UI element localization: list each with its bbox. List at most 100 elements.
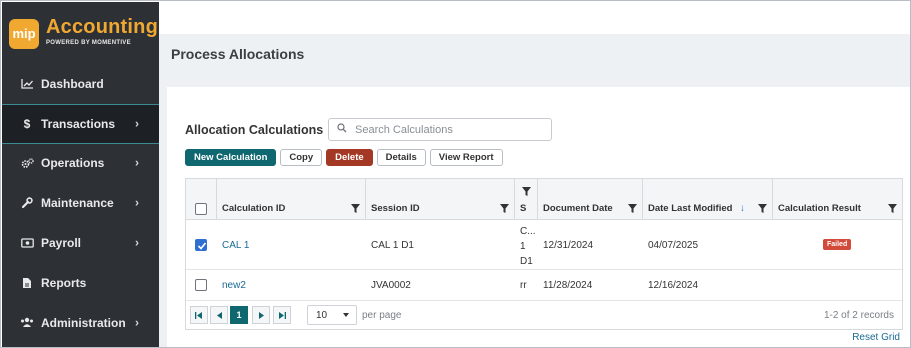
s-cell-line-1: rr xyxy=(520,280,527,291)
sidebar-item-payroll[interactable]: Payroll › xyxy=(2,223,159,263)
sidebar-item-reports[interactable]: Reports xyxy=(2,263,159,303)
grid-pager: 1 10 per page 1-2 of 2 records xyxy=(186,302,902,329)
section-title: Allocation Calculations | xyxy=(185,123,332,137)
filter-icon[interactable] xyxy=(351,204,360,213)
search-icon xyxy=(337,123,347,136)
search-box[interactable] xyxy=(328,118,552,141)
search-input[interactable] xyxy=(355,123,535,136)
select-all-checkbox[interactable] xyxy=(195,203,207,215)
top-bar xyxy=(159,2,910,34)
document-icon xyxy=(20,277,34,289)
brand-title: Accounting xyxy=(46,16,158,38)
filter-icon[interactable] xyxy=(888,204,897,213)
filter-icon[interactable] xyxy=(500,204,509,213)
sort-desc-icon: ↓ xyxy=(740,203,745,214)
last-page-button[interactable] xyxy=(273,306,291,324)
page-size-select[interactable]: 10 xyxy=(307,305,357,325)
sidebar-item-label: Reports xyxy=(41,275,87,290)
brand-subtitle: POWERED BY MOMENTIVE xyxy=(46,40,131,46)
first-page-button[interactable] xyxy=(190,306,208,324)
page-title: Process Allocations xyxy=(171,46,305,62)
document-date-cell: 11/28/2024 xyxy=(543,280,593,291)
prev-page-button[interactable] xyxy=(210,306,228,324)
chevron-right-icon: › xyxy=(135,235,139,250)
table-row[interactable]: CAL 1 CAL 1 D1 C... 1 D1 12/31/2024 04/0… xyxy=(186,220,902,270)
sidebar-item-label: Transactions xyxy=(41,116,116,131)
row-checkbox[interactable] xyxy=(195,279,207,291)
column-divider xyxy=(365,179,366,220)
column-divider xyxy=(216,179,217,220)
section-title-text: Allocation Calculations xyxy=(185,123,324,137)
delete-button[interactable]: Delete xyxy=(326,149,373,166)
app-window: mip Accounting POWERED BY MOMENTIVE Dash… xyxy=(0,0,911,348)
sidebar-item-label: Maintenance xyxy=(41,196,114,211)
chevron-right-icon: › xyxy=(135,115,139,130)
table-row[interactable]: new2 JVA0002 rr 11/28/2024 12/16/2024 xyxy=(186,270,902,301)
column-header-calculation-result[interactable]: Calculation Result xyxy=(772,179,902,220)
sidebar-item-label: Operations xyxy=(41,156,105,171)
details-button[interactable]: Details xyxy=(376,149,426,166)
per-page-label: per page xyxy=(362,310,402,321)
toolbar: New Calculation Copy Delete Details View… xyxy=(185,149,503,166)
column-divider xyxy=(514,179,515,220)
sidebar-item-label: Payroll xyxy=(41,236,82,251)
column-header-date-last-modified[interactable]: Date Last Modified ↓ xyxy=(642,179,772,220)
sidebar-item-operations[interactable]: Operations › xyxy=(2,144,159,184)
date-last-modified-cell: 12/16/2024 xyxy=(648,280,699,291)
filter-icon[interactable] xyxy=(758,204,767,213)
column-header-session-id[interactable]: Session ID xyxy=(365,179,514,220)
s-cell-line-1: C... xyxy=(520,226,536,237)
document-date-cell: 12/31/2024 xyxy=(543,240,594,251)
status-badge: Failed xyxy=(823,239,852,250)
filter-icon[interactable] xyxy=(628,204,637,213)
sidebar-nav: Dashboard $ Transactions › Operations › … xyxy=(2,64,159,343)
page-size-value: 10 xyxy=(316,309,328,321)
date-last-modified-cell: 04/07/2025 xyxy=(648,240,699,251)
sidebar-item-label: Dashboard xyxy=(41,76,104,91)
records-count: 1-2 of 2 records xyxy=(823,310,894,321)
view-report-button[interactable]: View Report xyxy=(429,149,503,166)
money-icon xyxy=(20,238,34,248)
allocations-card: Allocation Calculations | New Calculatio… xyxy=(167,87,910,347)
check-icon xyxy=(197,242,207,250)
chevron-right-icon: › xyxy=(135,195,139,210)
new-calculation-button[interactable]: New Calculation xyxy=(185,149,277,166)
column-header-document-date[interactable]: Document Date xyxy=(537,179,642,220)
sidebar-item-administration[interactable]: Administration › xyxy=(2,303,159,343)
column-divider xyxy=(642,179,643,220)
next-page-button[interactable] xyxy=(252,306,270,324)
chevron-right-icon: › xyxy=(135,314,139,329)
page-1-button[interactable]: 1 xyxy=(230,306,248,324)
next-page-icon xyxy=(258,311,264,319)
main-content: Process Allocations Allocation Calculati… xyxy=(159,2,910,347)
calculation-id-link[interactable]: CAL 1 xyxy=(222,240,249,251)
s-cell-line-3: D1 xyxy=(520,256,533,267)
filter-icon[interactable] xyxy=(522,187,531,196)
sidebar: mip Accounting POWERED BY MOMENTIVE Dash… xyxy=(2,2,159,347)
sidebar-item-transactions[interactable]: $ Transactions › xyxy=(2,103,159,144)
dollar-icon: $ xyxy=(23,116,31,131)
sidebar-item-maintenance[interactable]: Maintenance › xyxy=(2,183,159,223)
copy-button[interactable]: Copy xyxy=(280,149,323,166)
grid-header: Calculation ID Session ID S Document Dat… xyxy=(186,179,902,220)
reset-grid-link[interactable]: Reset Grid xyxy=(852,332,900,343)
gears-icon xyxy=(20,158,34,169)
prev-page-icon xyxy=(216,311,222,319)
calculation-id-link[interactable]: new2 xyxy=(222,280,246,291)
sidebar-item-label: Administration xyxy=(41,315,126,330)
column-header-calculation-id[interactable]: Calculation ID xyxy=(216,179,365,220)
wrench-icon xyxy=(20,197,34,209)
row-checkbox[interactable] xyxy=(195,239,207,251)
first-page-icon xyxy=(195,311,202,319)
session-id-cell: CAL 1 D1 xyxy=(371,240,414,251)
sidebar-item-dashboard[interactable]: Dashboard xyxy=(2,64,159,104)
caret-down-icon xyxy=(343,313,349,317)
column-divider xyxy=(772,179,773,220)
brand-logo[interactable]: mip Accounting POWERED BY MOMENTIVE xyxy=(9,16,159,50)
calculations-grid: Calculation ID Session ID S Document Dat… xyxy=(185,178,903,330)
brand-badge: mip xyxy=(9,19,39,49)
chevron-right-icon: › xyxy=(135,155,139,170)
s-cell-line-2: 1 xyxy=(520,241,526,252)
header-select-all xyxy=(186,179,216,220)
column-header-s[interactable]: S xyxy=(514,179,537,220)
